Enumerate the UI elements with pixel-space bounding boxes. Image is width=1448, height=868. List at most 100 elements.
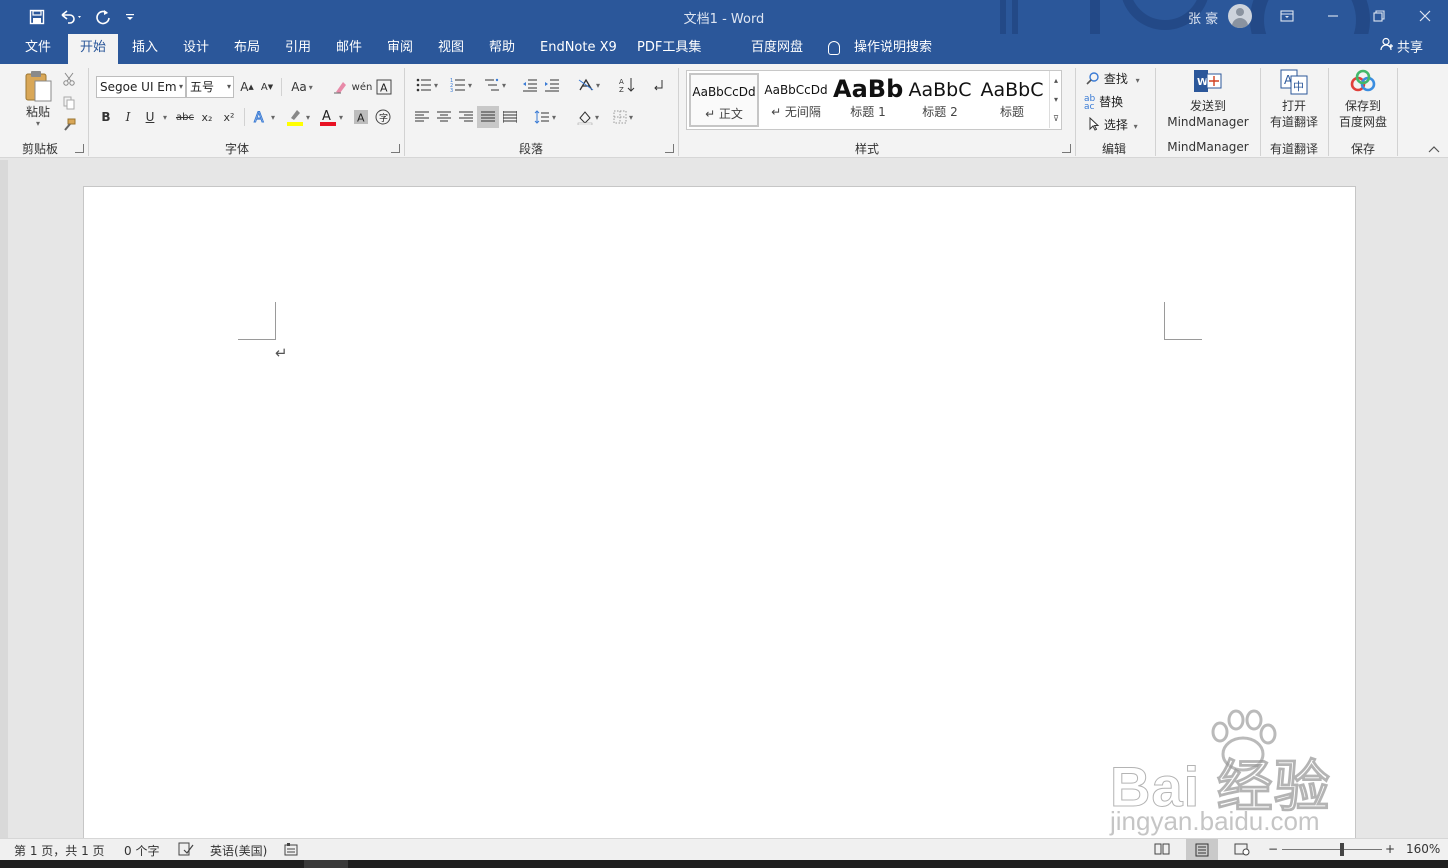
tab-mailings[interactable]: 邮件 <box>324 34 374 64</box>
document-page[interactable]: ↵ <box>83 186 1356 848</box>
zoom-slider-thumb[interactable] <box>1340 843 1344 856</box>
save-to-baidu-netdisk-button[interactable]: 保存到 百度网盘 <box>1334 68 1392 130</box>
close-icon[interactable] <box>1402 0 1448 32</box>
paragraph-mark[interactable]: ↵ <box>275 344 288 362</box>
character-shading-icon[interactable]: A <box>352 106 370 128</box>
subscript-button[interactable]: x₂ <box>198 106 216 128</box>
shading-icon[interactable] <box>572 106 604 128</box>
decrease-indent-icon[interactable] <box>520 74 540 96</box>
tab-layout[interactable]: 布局 <box>222 34 272 64</box>
sort-icon[interactable]: AZ <box>616 74 638 96</box>
copy-icon[interactable] <box>60 92 78 114</box>
justify-icon[interactable] <box>477 106 499 128</box>
proofing-icon[interactable] <box>178 842 194 859</box>
restore-icon[interactable] <box>1356 0 1402 32</box>
font-dialog-launcher[interactable] <box>391 144 400 153</box>
gallery-scroll-down-icon[interactable]: ▾ <box>1049 90 1062 109</box>
minimize-icon[interactable] <box>1310 0 1356 32</box>
shrink-font-icon[interactable]: A ▼ <box>258 76 276 98</box>
font-color-icon[interactable]: A <box>316 106 346 128</box>
superscript-button[interactable]: x² <box>220 106 238 128</box>
print-layout-icon[interactable] <box>1186 839 1218 860</box>
cut-icon[interactable] <box>60 68 78 90</box>
bullets-icon[interactable] <box>412 74 442 96</box>
grow-font-icon[interactable]: A ▲ <box>238 76 256 98</box>
user-name[interactable]: 张 豪 <box>1188 8 1218 27</box>
bold-button[interactable]: B <box>98 106 114 128</box>
style-heading-1[interactable]: AaBb 标题 1 <box>833 73 903 127</box>
underline-button[interactable]: U <box>142 106 158 128</box>
taskbar-button[interactable] <box>304 860 348 868</box>
tab-baidu-netdisk[interactable]: 百度网盘 <box>739 34 815 64</box>
find-dropdown-icon[interactable]: ▾ <box>1136 76 1140 85</box>
select-dropdown-icon[interactable]: ▾ <box>1134 122 1138 131</box>
gallery-more-icon[interactable]: ⊽ <box>1049 109 1062 128</box>
increase-indent-icon[interactable] <box>542 74 562 96</box>
ribbon-display-options-icon[interactable] <box>1264 0 1310 32</box>
styles-dialog-launcher[interactable] <box>1062 144 1071 153</box>
chinese-layout-icon[interactable] <box>574 74 604 96</box>
style-title[interactable]: AaBbC 标题 <box>977 73 1047 127</box>
underline-dropdown-icon[interactable]: ▾ <box>160 106 170 128</box>
tab-references[interactable]: 引用 <box>273 34 323 64</box>
zoom-out-button[interactable]: − <box>1268 842 1278 856</box>
language-indicator[interactable]: 英语(美国) <box>210 842 267 859</box>
numbering-icon[interactable]: 123 <box>446 74 476 96</box>
send-to-mindmanager-button[interactable]: W 发送到 MindManager <box>1162 68 1254 130</box>
clipboard-dialog-launcher[interactable] <box>75 144 84 153</box>
font-size-combo[interactable]: 五号 ▾ <box>186 76 234 98</box>
tab-design[interactable]: 设计 <box>171 34 221 64</box>
text-effects-icon[interactable]: A <box>250 106 278 128</box>
format-painter-icon[interactable] <box>60 114 78 136</box>
tab-view[interactable]: 视图 <box>426 34 476 64</box>
font-name-dropdown-icon[interactable]: ▾ <box>179 77 183 97</box>
zoom-level[interactable]: 160% <box>1406 842 1440 856</box>
page-count[interactable]: 第 1 页，共 1 页 <box>14 842 105 859</box>
distributed-align-icon[interactable] <box>500 106 520 128</box>
find-button[interactable]: 查找 ▾ <box>1086 70 1140 88</box>
clear-formatting-icon[interactable] <box>330 76 350 98</box>
word-count[interactable]: 0 个字 <box>124 842 159 859</box>
borders-icon[interactable] <box>608 106 638 128</box>
highlight-color-icon[interactable] <box>282 106 314 128</box>
character-border-icon[interactable]: A <box>374 76 394 98</box>
style-no-spacing[interactable]: AaBbCcDd ↵ 无间隔 <box>761 73 831 127</box>
multilevel-list-icon[interactable] <box>480 74 510 96</box>
font-size-dropdown-icon[interactable]: ▾ <box>227 77 231 97</box>
paragraph-dialog-launcher[interactable] <box>665 144 674 153</box>
phonetic-guide-icon[interactable]: wén <box>352 76 373 98</box>
style-heading-2[interactable]: AaBbC 标题 2 <box>905 73 975 127</box>
change-case-button[interactable]: Aa <box>286 76 318 98</box>
avatar[interactable] <box>1228 4 1252 28</box>
line-spacing-icon[interactable] <box>530 106 560 128</box>
macro-recording-icon[interactable] <box>284 842 300 859</box>
tab-file[interactable]: 文件 <box>13 34 63 64</box>
open-youdao-translate-button[interactable]: A中 打开 有道翻译 <box>1266 68 1322 130</box>
tab-review[interactable]: 审阅 <box>375 34 425 64</box>
enclose-characters-icon[interactable]: 字 <box>374 106 392 128</box>
style-normal[interactable]: AaBbCcDd ↵ 正文 <box>689 73 759 127</box>
zoom-slider-track[interactable] <box>1282 849 1382 850</box>
collapse-ribbon-icon[interactable] <box>1426 142 1442 156</box>
tab-endnote[interactable]: EndNote X9 <box>528 34 629 64</box>
show-formatting-marks-icon[interactable] <box>648 74 668 96</box>
gallery-scroll-up-icon[interactable]: ▴ <box>1049 71 1062 90</box>
tab-help[interactable]: 帮助 <box>477 34 527 64</box>
replace-button[interactable]: ab ac 替换 <box>1084 93 1123 111</box>
read-mode-icon[interactable] <box>1154 842 1170 859</box>
italic-button[interactable]: I <box>120 106 136 128</box>
web-layout-icon[interactable] <box>1234 842 1250 859</box>
select-button[interactable]: 选择 ▾ <box>1088 116 1138 134</box>
tab-pdf-tools[interactable]: PDF工具集 <box>625 34 713 64</box>
font-name-combo[interactable]: Segoe UI Em ▾ <box>96 76 186 98</box>
tab-insert[interactable]: 插入 <box>120 34 170 64</box>
paste-dropdown-arrow[interactable]: ▾ <box>20 120 56 128</box>
tell-me-search[interactable]: 操作说明搜索 <box>842 34 944 64</box>
align-center-icon[interactable] <box>434 106 454 128</box>
tab-home[interactable]: 开始 <box>68 34 119 64</box>
share-button[interactable]: 共享 <box>1380 34 1423 64</box>
align-left-icon[interactable] <box>412 106 432 128</box>
zoom-in-button[interactable]: + <box>1385 842 1395 856</box>
paste-button[interactable]: 粘贴 ▾ <box>20 68 56 128</box>
align-right-icon[interactable] <box>456 106 476 128</box>
